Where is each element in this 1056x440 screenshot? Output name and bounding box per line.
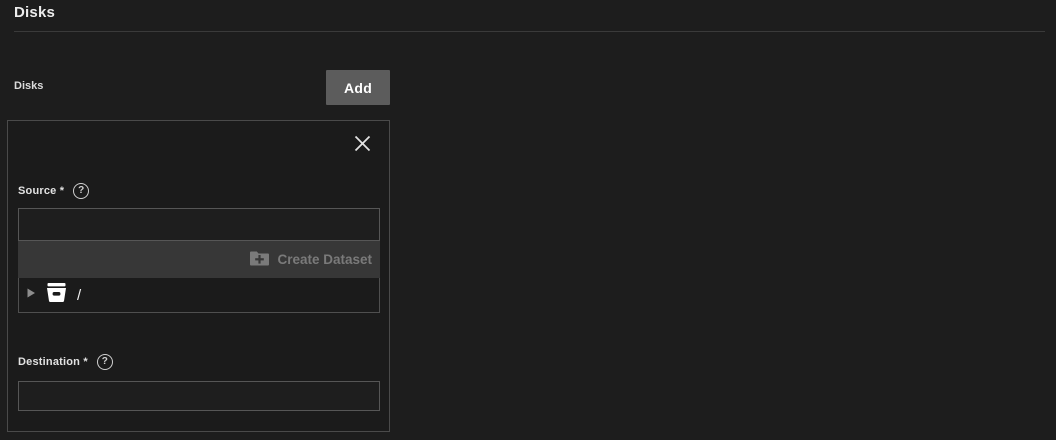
folder-plus-icon	[249, 250, 270, 270]
disks-page: Disks Disks Add Source * ?	[0, 0, 1056, 440]
source-input[interactable]	[18, 208, 380, 241]
title-divider	[14, 31, 1045, 32]
close-button[interactable]	[351, 132, 373, 154]
destination-label-row: Destination * ?	[18, 354, 113, 370]
dataset-bucket-icon	[45, 282, 68, 308]
page-title: Disks	[14, 4, 55, 21]
destination-label: Destination *	[18, 356, 88, 368]
tree-expander-icon[interactable]	[26, 286, 36, 304]
destination-help-icon[interactable]: ?	[97, 354, 113, 370]
dataset-tree-root-row[interactable]: /	[18, 278, 380, 313]
source-combo: Create Dataset /	[18, 208, 380, 313]
create-dataset-button[interactable]: Create Dataset	[249, 250, 372, 270]
add-button[interactable]: Add	[326, 70, 390, 105]
tree-node-label: /	[77, 287, 81, 304]
destination-input[interactable]	[18, 381, 380, 411]
close-icon	[353, 134, 372, 153]
source-label: Source *	[18, 185, 64, 197]
disks-field-label: Disks	[14, 80, 43, 92]
create-dataset-row: Create Dataset	[18, 241, 380, 278]
create-dataset-label: Create Dataset	[277, 252, 372, 267]
disk-form-panel: Source * ? Create Dataset	[7, 120, 390, 432]
source-label-row: Source * ?	[18, 183, 89, 199]
source-help-icon[interactable]: ?	[73, 183, 89, 199]
